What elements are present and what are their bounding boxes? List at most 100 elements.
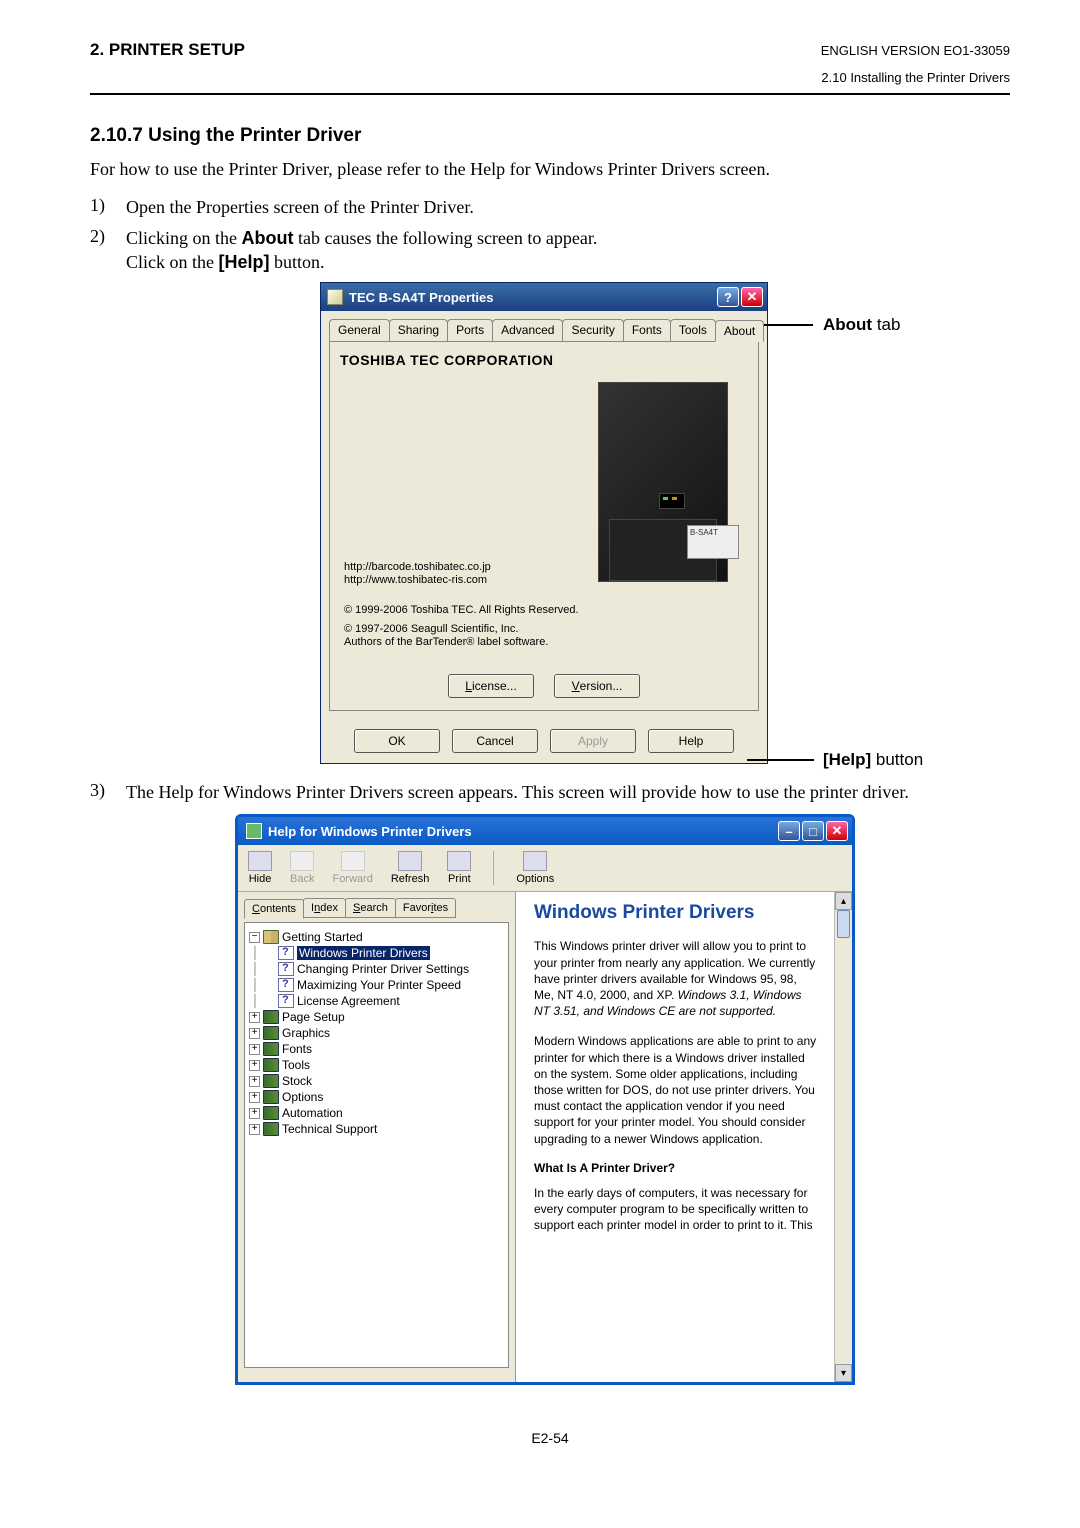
- help-app-icon: [246, 823, 262, 839]
- help-content-p3: In the early days of computers, it was n…: [534, 1185, 832, 1234]
- help-content-subtitle: What Is A Printer Driver?: [534, 1161, 832, 1175]
- toolbar-back: Back: [290, 851, 314, 885]
- book-icon: [263, 1058, 279, 1072]
- help-content-p2: Modern Windows applications are able to …: [534, 1033, 832, 1146]
- help-toolbar: Hide Back Forward Refresh Print Options: [238, 845, 852, 892]
- tree-selected-item[interactable]: Windows Printer Drivers: [297, 946, 430, 960]
- topic-icon: [278, 978, 294, 992]
- book-icon: [263, 1074, 279, 1088]
- help-content-title: Windows Printer Drivers: [534, 902, 832, 924]
- properties-tab-body: TOSHIBA TEC CORPORATION B-SA4T http://ba…: [329, 341, 759, 711]
- expand-icon[interactable]: +: [249, 1044, 260, 1055]
- header-left: 2. PRINTER SETUP: [90, 40, 245, 60]
- print-icon: [447, 851, 471, 871]
- printer-illustration: B-SA4T: [598, 382, 728, 582]
- tab-fonts[interactable]: Fonts: [623, 319, 671, 341]
- topic-icon: [278, 994, 294, 1008]
- expand-icon[interactable]: +: [249, 1012, 260, 1023]
- apply-button: Apply: [550, 729, 636, 753]
- open-book-icon: [263, 930, 279, 944]
- toolbar-hide[interactable]: Hide: [248, 851, 272, 885]
- scroll-thumb[interactable]: [837, 910, 850, 938]
- help-title-text: Help for Windows Printer Drivers: [268, 824, 472, 839]
- navtab-index[interactable]: Index: [303, 898, 346, 918]
- expand-icon[interactable]: +: [249, 1076, 260, 1087]
- tab-tools[interactable]: Tools: [670, 319, 716, 341]
- section-title: 2.10.7 Using the Printer Driver: [90, 125, 1010, 147]
- tab-about[interactable]: About: [715, 320, 764, 342]
- version-button[interactable]: Version...: [554, 674, 640, 698]
- options-icon: [523, 851, 547, 871]
- header-right-top: ENGLISH VERSION EO1-33059: [821, 43, 1010, 58]
- topic-icon: [278, 962, 294, 976]
- properties-tabstrip: General Sharing Ports Advanced Security …: [321, 311, 767, 341]
- expand-icon[interactable]: +: [249, 1108, 260, 1119]
- step-1-text: Open the Properties screen of the Printe…: [126, 195, 1010, 219]
- topic-icon: [278, 946, 294, 960]
- navtab-contents[interactable]: Contents: [244, 899, 304, 919]
- vendor-urls: http://barcode.toshibatec.co.jp http://w…: [344, 561, 491, 589]
- expand-icon[interactable]: +: [249, 1092, 260, 1103]
- expand-icon[interactable]: +: [249, 1060, 260, 1071]
- forward-icon: [341, 851, 365, 871]
- expand-icon[interactable]: +: [249, 1124, 260, 1135]
- collapse-icon[interactable]: −: [249, 932, 260, 943]
- properties-titlebar[interactable]: TEC B-SA4T Properties ? ✕: [321, 283, 767, 311]
- step-2-text: Clicking on the About tab causes the fol…: [126, 226, 1010, 275]
- book-icon: [263, 1026, 279, 1040]
- help-button[interactable]: Help: [648, 729, 734, 753]
- book-icon: [263, 1090, 279, 1104]
- callout-help-button: [Help] button: [823, 750, 923, 770]
- maximize-icon[interactable]: □: [802, 821, 824, 841]
- properties-title: TEC B-SA4T Properties: [349, 290, 715, 305]
- toolbar-options[interactable]: Options: [516, 851, 554, 885]
- book-icon: [263, 1122, 279, 1136]
- step-3-text: The Help for Windows Printer Drivers scr…: [126, 780, 1010, 804]
- refresh-icon: [398, 851, 422, 871]
- book-icon: [263, 1042, 279, 1056]
- callout-about-tab: About tab: [823, 315, 900, 335]
- hide-icon: [248, 851, 272, 871]
- corporation-name: TOSHIBA TEC CORPORATION: [340, 352, 748, 368]
- step-3-number: 3): [90, 780, 126, 804]
- scroll-down-icon[interactable]: ▾: [835, 1364, 852, 1382]
- toolbar-forward: Forward: [332, 851, 372, 885]
- page-number: E2-54: [90, 1430, 1010, 1446]
- help-scrollbar[interactable]: ▴ ▾: [834, 892, 852, 1382]
- intro-text: For how to use the Printer Driver, pleas…: [90, 157, 1010, 181]
- license-button[interactable]: License...: [448, 674, 534, 698]
- minimize-icon[interactable]: –: [778, 821, 800, 841]
- navtab-search[interactable]: Search: [345, 898, 396, 918]
- help-content-panel: ▴ ▾ Windows Printer Drivers This Windows…: [516, 892, 852, 1382]
- expand-icon[interactable]: +: [249, 1028, 260, 1039]
- book-icon: [263, 1010, 279, 1024]
- help-titlebar[interactable]: Help for Windows Printer Drivers – □ ✕: [238, 817, 852, 845]
- tab-general[interactable]: General: [329, 319, 390, 341]
- toolbar-refresh[interactable]: Refresh: [391, 851, 430, 885]
- titlebar-close-icon[interactable]: ✕: [741, 287, 763, 307]
- printer-app-icon: [327, 289, 343, 305]
- copyright-seagull: © 1997-2006 Seagull Scientific, Inc. Aut…: [344, 623, 548, 651]
- help-window: Help for Windows Printer Drivers – □ ✕ H…: [235, 814, 855, 1385]
- ok-button[interactable]: OK: [354, 729, 440, 753]
- cancel-button[interactable]: Cancel: [452, 729, 538, 753]
- callout-help-line: [747, 759, 814, 761]
- help-content-p1: This Windows printer driver will allow y…: [534, 938, 832, 1019]
- tab-ports[interactable]: Ports: [447, 319, 493, 341]
- scroll-up-icon[interactable]: ▴: [835, 892, 852, 910]
- help-nav-panel: Contents Index Search Favorites −Getting…: [238, 892, 516, 1382]
- tab-security[interactable]: Security: [562, 319, 623, 341]
- toolbar-print[interactable]: Print: [447, 851, 471, 885]
- step-2-number: 2): [90, 226, 126, 275]
- close-icon[interactable]: ✕: [826, 821, 848, 841]
- back-icon: [290, 851, 314, 871]
- header-divider: [90, 93, 1010, 95]
- titlebar-help-icon[interactable]: ?: [717, 287, 739, 307]
- tab-sharing[interactable]: Sharing: [389, 319, 448, 341]
- book-icon: [263, 1106, 279, 1120]
- help-tree[interactable]: −Getting Started │Windows Printer Driver…: [244, 922, 509, 1368]
- tab-advanced[interactable]: Advanced: [492, 319, 563, 341]
- properties-dialog: TEC B-SA4T Properties ? ✕ General Sharin…: [320, 282, 768, 764]
- navtab-favorites[interactable]: Favorites: [395, 898, 456, 918]
- header-right-sub: 2.10 Installing the Printer Drivers: [90, 70, 1010, 85]
